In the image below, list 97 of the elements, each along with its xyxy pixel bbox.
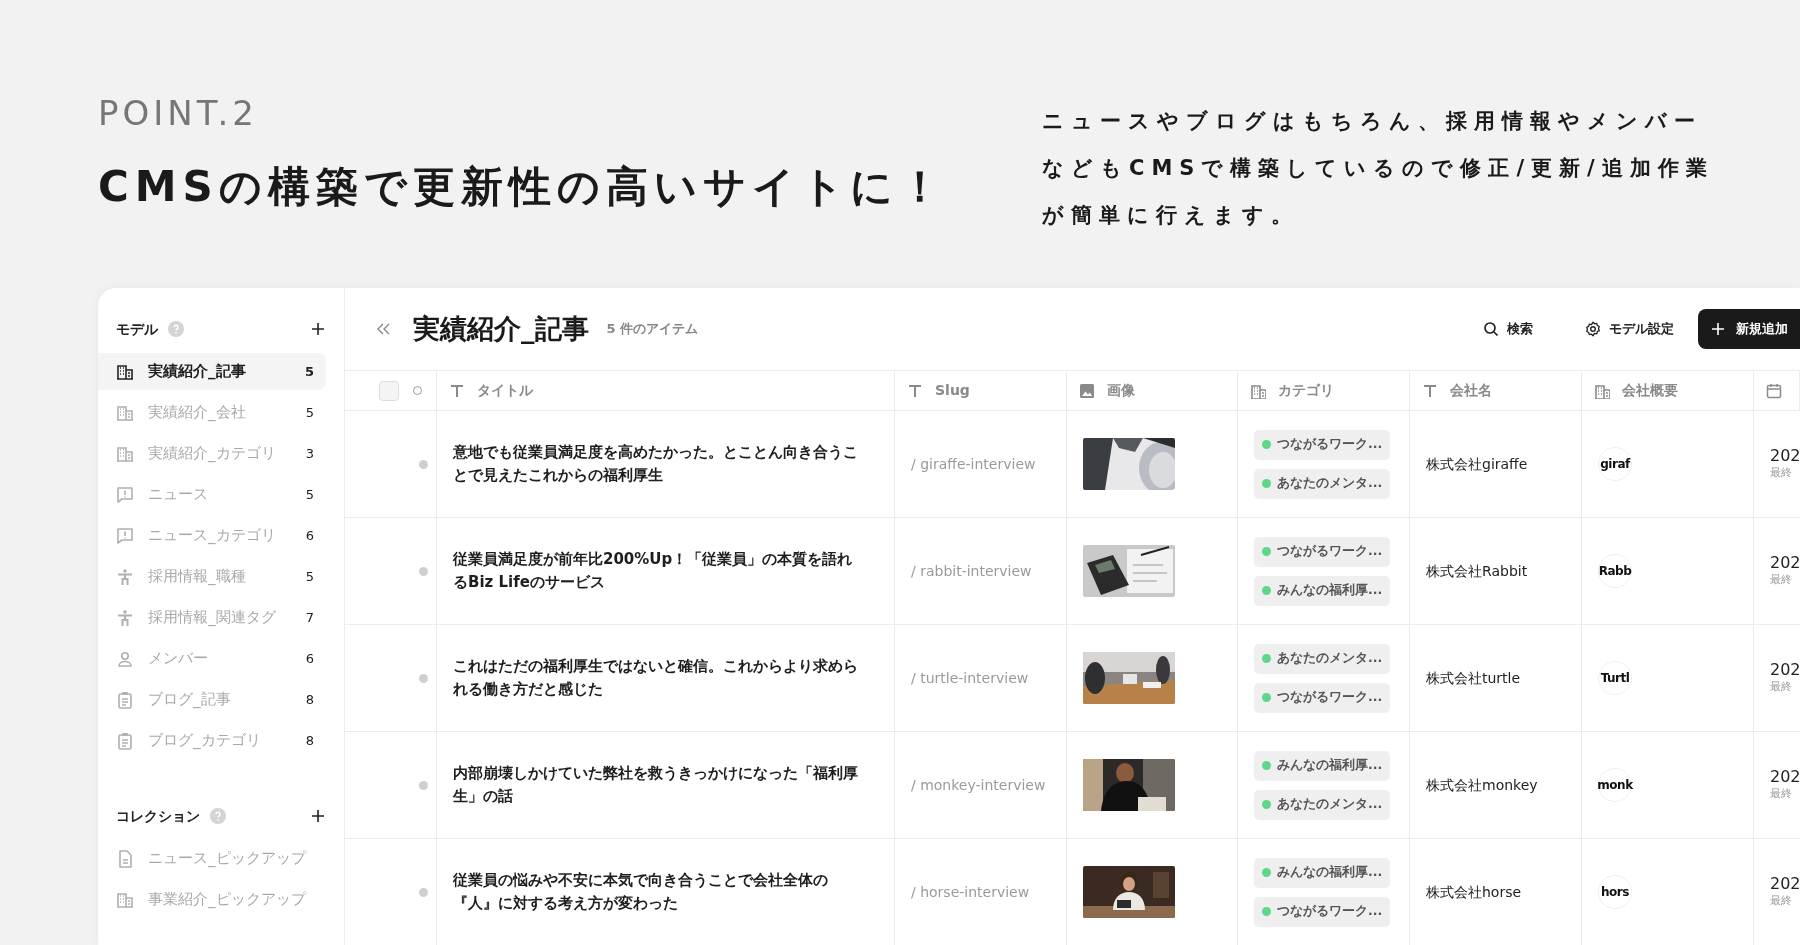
item-count: 5 — [305, 485, 314, 504]
category-tag: つながるワーク... — [1254, 896, 1391, 927]
plus-icon — [1710, 321, 1726, 337]
description: ニュースやブログはもちろん、採用情報やメンバー などもCMSで構築しているので修正/更新/追加作業 が簡単に行えます。 — [1042, 108, 1714, 229]
sidebar-item[interactable]: 採用情報_職種 5 — [98, 558, 326, 595]
user-icon — [116, 649, 134, 668]
headline: CMSの構築で更新性の高いサイトに！ — [98, 162, 948, 213]
date-text: 202 — [1770, 874, 1800, 894]
category-tag: みんなの福利厚... — [1254, 857, 1391, 888]
category-tag: みんなの福利厚... — [1254, 750, 1391, 781]
slug-text: / giraffe-interview — [911, 454, 1036, 474]
item-count: 8 — [305, 731, 314, 750]
company-name: 株式会社horse — [1426, 882, 1522, 902]
person-icon — [116, 608, 134, 627]
settings-button[interactable]: モデル設定 — [1577, 313, 1682, 345]
settings-icon — [1585, 321, 1601, 337]
slug-text: / monkey-interview — [911, 775, 1046, 795]
item-count: 6 — [305, 649, 314, 668]
building-icon — [116, 444, 134, 463]
item-count: 5 件のアイテム — [606, 320, 699, 339]
item-count: 3 — [305, 444, 314, 463]
updated-label: 最終 — [1770, 572, 1792, 589]
message-alert-icon — [116, 526, 134, 545]
status-dot — [419, 780, 428, 790]
item-count: 5 — [305, 567, 314, 586]
category-tag: つながるワーク... — [1254, 429, 1391, 460]
date-text: 202 — [1770, 767, 1800, 787]
building-icon — [116, 890, 134, 909]
building-icon — [116, 403, 134, 422]
image-icon — [1079, 382, 1095, 399]
status-dot — [419, 673, 428, 683]
calendar-icon — [1766, 382, 1782, 399]
row-title: これはただの福利厚生ではないと確信。これからより求められる働き方だと感じた — [453, 656, 859, 700]
category-tag: みんなの福利厚... — [1254, 575, 1391, 606]
section-label: POINT.2 — [98, 96, 259, 130]
collapse-icon[interactable] — [375, 321, 391, 337]
company-name: 株式会社Rabbit — [1426, 561, 1528, 581]
page-title: 実績紹介_記事 — [413, 312, 589, 346]
item-count: 7 — [305, 608, 314, 627]
message-alert-icon — [116, 485, 134, 504]
building-icon — [1250, 382, 1266, 399]
sidebar-item[interactable]: ブログ_記事 8 — [98, 681, 326, 718]
company-name: 株式会社monkey — [1426, 775, 1538, 795]
company-name: 株式会社turtle — [1426, 668, 1521, 688]
add-icon[interactable] — [310, 808, 326, 824]
add-icon[interactable] — [310, 321, 326, 337]
slug-text: / turtle-interview — [911, 668, 1029, 688]
status-dot — [419, 887, 428, 897]
category-tag: つながるワーク... — [1254, 682, 1391, 713]
updated-label: 最終 — [1770, 465, 1792, 482]
row-title: 内部崩壊しかけていた弊社を救うきっかけになった「福利厚生」の話 — [453, 763, 859, 807]
sidebar-item[interactable]: 採用情報_関連タグ 7 — [98, 599, 326, 636]
sidebar-item[interactable]: ブログ_カテゴリ 8 — [98, 722, 326, 759]
category-tag: あなたのメンタ... — [1254, 468, 1391, 499]
text-type-icon — [907, 382, 923, 399]
item-count: 8 — [305, 690, 314, 709]
category-tag: あなたのメンタ... — [1254, 789, 1391, 820]
text-type-icon — [449, 382, 465, 399]
clipboard-icon — [116, 731, 134, 750]
sidebar-item[interactable]: 実績紹介_カテゴリ 3 — [98, 435, 326, 472]
updated-label: 最終 — [1770, 679, 1792, 696]
sidebar-item[interactable]: ニュース_カテゴリ 6 — [98, 517, 326, 554]
company-name: 株式会社giraffe — [1426, 454, 1528, 474]
section-title: コレクション — [116, 806, 200, 826]
row-title: 従業員の悩みや不安に本気で向き合うことで会社全体の『人』に対する考え方が変わった — [453, 870, 829, 914]
building-icon — [1594, 382, 1610, 399]
slug-text: / rabbit-interview — [911, 561, 1032, 581]
search-icon — [1483, 321, 1499, 337]
sidebar-item[interactable]: メンバー 6 — [98, 640, 326, 677]
select-all-checkbox[interactable] — [379, 380, 399, 401]
document-icon — [116, 849, 134, 868]
person-icon — [116, 567, 134, 586]
column-header[interactable]: 画像 — [1107, 380, 1135, 401]
text-type-icon — [1422, 382, 1438, 399]
date-text: 202 — [1770, 446, 1800, 466]
slug-text: / horse-interview — [911, 882, 1030, 902]
category-tag: つながるワーク... — [1254, 536, 1391, 567]
section-title: モデル — [116, 319, 158, 339]
category-tag: あなたのメンタ... — [1254, 643, 1391, 674]
row-title: 意地でも従業員満足度を高めたかった。とことん向き合うことで見えたこれからの福利厚生 — [453, 442, 859, 486]
updated-label: 最終 — [1770, 786, 1792, 803]
status-dot — [419, 566, 428, 576]
sidebar-item[interactable]: 実績紹介_会社 5 — [98, 394, 326, 431]
search-button[interactable]: 検索 — [1475, 313, 1541, 345]
item-count: 5 — [305, 403, 314, 422]
sidebar-item[interactable]: ニュース 5 — [98, 476, 326, 513]
add-new-button[interactable]: 新規追加 — [1698, 309, 1800, 349]
row-title: 従業員満足度が前年比200%Up！「従業員」の本質を語れるBiz Lifeのサービス — [453, 549, 854, 593]
sidebar-item[interactable]: 実績紹介_記事 5 — [98, 353, 326, 390]
updated-label: 最終 — [1770, 893, 1792, 910]
date-text: 202 — [1770, 553, 1800, 573]
item-count: 6 — [305, 526, 314, 545]
date-text: 202 — [1770, 660, 1800, 680]
status-dot — [419, 459, 428, 469]
clipboard-icon — [116, 690, 134, 709]
building-icon — [116, 362, 134, 381]
item-count: 5 — [304, 362, 314, 381]
